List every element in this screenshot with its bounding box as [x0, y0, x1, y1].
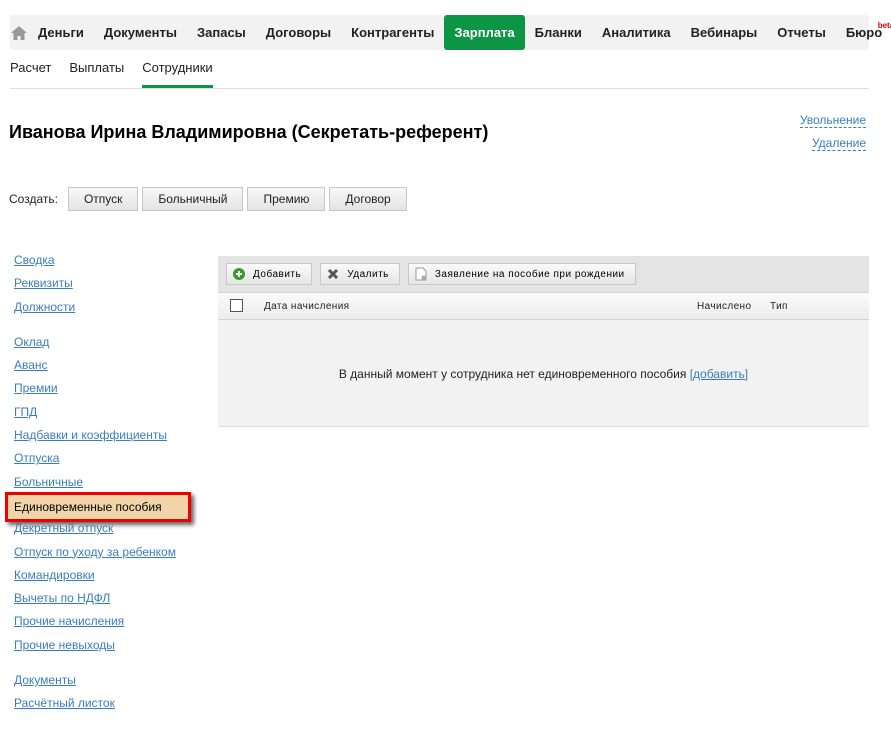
create-bonus-button[interactable]: Премию	[247, 187, 326, 211]
toolbar: Добавить Удалить Заявление на пособие пр…	[218, 256, 869, 292]
nav-bureau-label: Бюро	[845, 25, 883, 40]
sidebar-item[interactable]: Реквизиты	[14, 275, 176, 298]
sidebar-item[interactable]: Должности	[14, 299, 176, 322]
page-title: Иванова Ирина Владимировна (Секретать-ре…	[9, 122, 489, 142]
sidebar-item[interactable]: Документы	[14, 672, 176, 695]
sidebar-item[interactable]: ГПД	[14, 404, 176, 427]
beta-badge: beta	[877, 21, 891, 30]
plus-icon	[233, 268, 245, 280]
sidebar-item[interactable]: Премии	[14, 380, 176, 403]
nav-stock[interactable]: Запасы	[187, 15, 256, 50]
sidebar-item[interactable]: Сводка	[14, 252, 176, 275]
nav-documents[interactable]: Документы	[94, 15, 187, 50]
create-contract-button[interactable]: Договор	[329, 187, 407, 211]
sidebar-item[interactable]: Надбавки и коэффициенты	[14, 427, 176, 450]
sidebar-item[interactable]: Прочие начисления	[14, 613, 176, 636]
tab-payments[interactable]: Выплаты	[69, 60, 124, 88]
sidebar-item[interactable]: Декретный отпуск	[14, 520, 176, 543]
col-type[interactable]: Тип	[770, 301, 788, 312]
create-label: Создать:	[9, 192, 58, 206]
tab-calculation[interactable]: Расчет	[10, 60, 51, 88]
statement-button[interactable]: Заявление на пособие при рождении	[407, 263, 636, 285]
statement-label: Заявление на пособие при рождении	[434, 268, 625, 280]
empty-text: В данный момент у сотрудника нет единовр…	[338, 367, 687, 381]
nav-forms[interactable]: Бланки	[525, 15, 592, 50]
dismiss-link[interactable]: Увольнение	[799, 113, 866, 128]
create-sick-leave-button[interactable]: Больничный	[142, 187, 244, 211]
sidebar-item[interactable]: Прочие невыходы	[14, 637, 176, 660]
col-accrued[interactable]: Начислено	[697, 301, 751, 312]
top-nav: Деньги Документы Запасы Договоры Контраг…	[10, 15, 891, 50]
sidebar-item-selected[interactable]: Единовременные пособия	[5, 492, 191, 522]
sidebar-item[interactable]: Командировки	[14, 567, 176, 590]
select-all-checkbox[interactable]	[230, 299, 243, 312]
sidebar-item[interactable]: Отпуск по уходу за ребенком	[14, 544, 176, 567]
nav-counterparties[interactable]: Контрагенты	[341, 15, 444, 50]
nav-webinars[interactable]: Вебинары	[681, 15, 768, 50]
table-header: Дата начисления Начислено Тип	[218, 292, 869, 320]
benefits-panel: Добавить Удалить Заявление на пособие пр…	[218, 256, 869, 427]
sidebar-item[interactable]: Вычеты по НДФЛ	[14, 590, 176, 613]
document-icon	[415, 267, 427, 281]
add-link[interactable]: [добавить]	[690, 367, 748, 381]
sidebar-item[interactable]: Расчётный листок	[14, 695, 176, 718]
add-button[interactable]: Добавить	[226, 263, 313, 285]
delete-link[interactable]: Удаление	[811, 136, 866, 151]
tab-employees[interactable]: Сотрудники	[142, 60, 213, 88]
sub-nav: Расчет Выплаты Сотрудники	[10, 60, 869, 89]
remove-label: Удалить	[347, 268, 389, 280]
sidebar-item[interactable]: Аванс	[14, 357, 176, 380]
nav-money[interactable]: Деньги	[28, 15, 94, 50]
remove-button[interactable]: Удалить	[320, 263, 400, 285]
nav-analytics[interactable]: Аналитика	[592, 15, 681, 50]
close-icon	[328, 268, 339, 280]
sidebar: Сводка Реквизиты Должности Оклад Аванс П…	[14, 252, 176, 719]
nav-bureau[interactable]: Бюроbeta	[836, 15, 891, 50]
sidebar-item[interactable]: Отпуска	[14, 450, 176, 473]
create-bar: Создать: Отпуск Больничный Премию Догово…	[9, 187, 411, 211]
sidebar-item[interactable]: Оклад	[14, 334, 176, 357]
nav-contracts[interactable]: Договоры	[256, 15, 341, 50]
nav-reports[interactable]: Отчеты	[767, 15, 836, 50]
create-vacation-button[interactable]: Отпуск	[67, 187, 139, 211]
home-icon[interactable]	[10, 25, 28, 41]
add-label: Добавить	[253, 268, 302, 280]
nav-salary[interactable]: Зарплата	[444, 15, 525, 50]
empty-message: В данный момент у сотрудника нет единовр…	[218, 367, 869, 381]
col-date[interactable]: Дата начисления	[264, 301, 350, 312]
